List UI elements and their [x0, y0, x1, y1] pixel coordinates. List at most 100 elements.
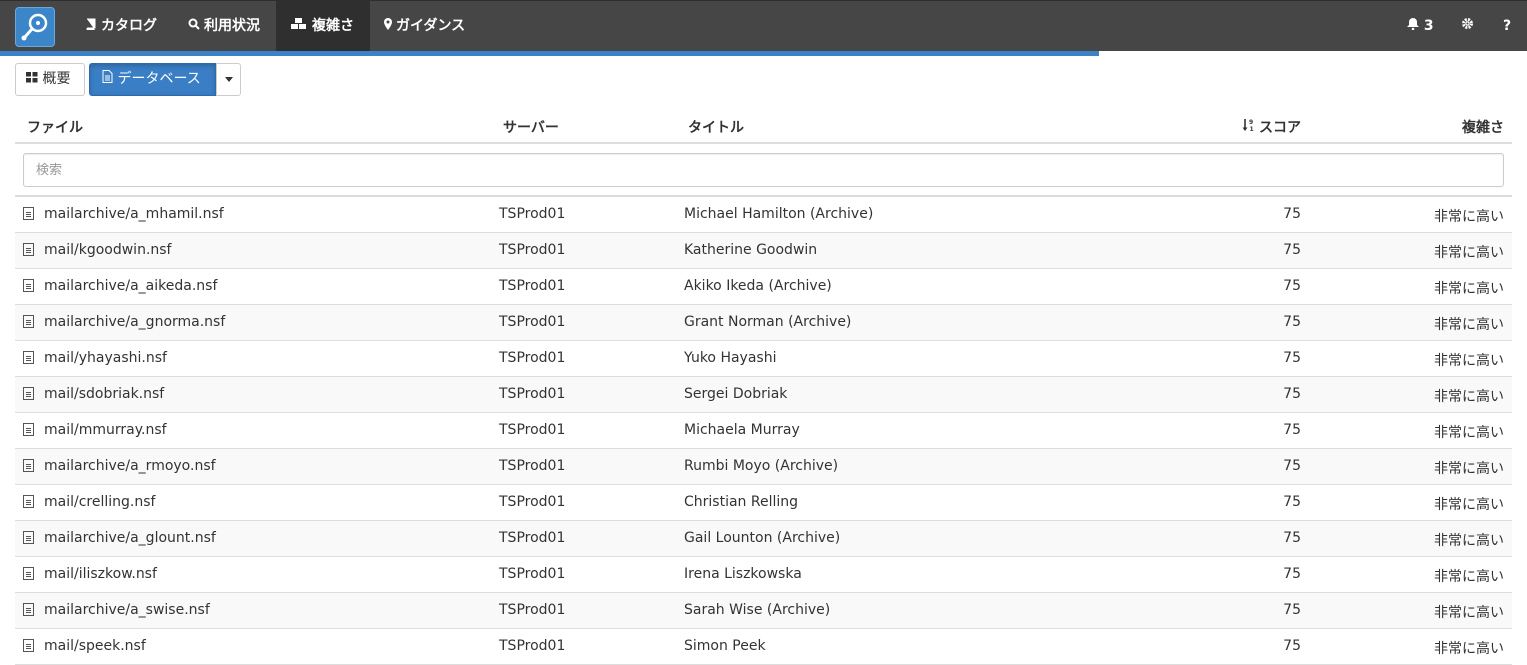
table-row[interactable]: mail/yhayashi.nsf TSProd01 Yuko Hayashi 75 非… — [15, 341, 1512, 377]
table-row[interactable]: mail/iliszkow.nsf TSProd01 Irena Liszkowsk… — [15, 557, 1512, 593]
file-name[interactable]: mailarchive/a_glount.nsf — [44, 530, 216, 546]
file-icon — [23, 459, 34, 472]
file-cell[interactable]: mail/sdobriak.nsf — [23, 386, 164, 402]
help-button[interactable]: ? — [1503, 1, 1511, 52]
server-cell: TSProd01 — [499, 350, 566, 366]
svg-text:9: 9 — [1249, 119, 1253, 126]
file-cell[interactable]: mailarchive/a_rmoyo.nsf — [23, 458, 216, 474]
table-row[interactable]: mailarchive/a_aikeda.nsf TSProd01 Akiko Ik… — [15, 269, 1512, 305]
score-cell: 75 — [1283, 530, 1301, 546]
table-row[interactable]: mail/mmurray.nsf TSProd01 Michaela Murray 7… — [15, 413, 1512, 449]
nav-complexity[interactable]: 複雑さ — [276, 1, 370, 52]
column-header-score-label: スコア — [1259, 120, 1301, 136]
file-icon — [23, 207, 34, 220]
file-name[interactable]: mailarchive/a_gnorma.nsf — [44, 314, 225, 330]
table-row[interactable]: mailarchive/a_gnorma.nsf TSProd01 Grant No… — [15, 305, 1512, 341]
score-cell: 75 — [1283, 314, 1301, 330]
search-icon — [188, 1, 200, 51]
column-header-complexity[interactable]: 複雑さ — [1462, 117, 1504, 137]
settings-button[interactable] — [1461, 1, 1474, 52]
file-icon — [23, 387, 34, 400]
file-name[interactable]: mail/mmurray.nsf — [44, 422, 167, 438]
table-row[interactable]: mailarchive/a_rmoyo.nsf TSProd01 Rumbi Moy… — [15, 449, 1512, 485]
app-logo[interactable] — [15, 7, 55, 47]
column-header-server[interactable]: サーバー — [503, 117, 559, 137]
file-icon — [23, 351, 34, 364]
title-cell: Akiko Ikeda (Archive) — [684, 278, 832, 294]
complexity-cell: 非常に高い — [1434, 317, 1504, 333]
table-row[interactable]: mail/crelling.nsf TSProd01 Christian Relli… — [15, 485, 1512, 521]
nav-usage-label: 利用状況 — [204, 18, 260, 34]
nav-complexity-label: 複雑さ — [312, 18, 354, 34]
complexity-cell: 非常に高い — [1434, 209, 1504, 225]
column-header-score[interactable]: 91 スコア — [1242, 117, 1301, 137]
title-cell: Christian Relling — [684, 494, 799, 510]
file-cell[interactable]: mailarchive/a_gnorma.nsf — [23, 314, 225, 330]
file-cell[interactable]: mailarchive/a_glount.nsf — [23, 530, 216, 546]
file-text-icon — [102, 70, 117, 87]
table-header: ファイル サーバー タイトル 91 スコア 複雑さ — [15, 108, 1512, 144]
file-cell[interactable]: mail/yhayashi.nsf — [23, 350, 167, 366]
complexity-cell: 非常に高い — [1434, 245, 1504, 261]
file-name[interactable]: mailarchive/a_rmoyo.nsf — [44, 458, 216, 474]
score-cell: 75 — [1283, 566, 1301, 582]
search-input[interactable] — [23, 153, 1504, 187]
score-cell: 75 — [1283, 422, 1301, 438]
file-icon — [23, 567, 34, 580]
title-cell: Grant Norman (Archive) — [684, 314, 852, 330]
score-cell: 75 — [1283, 494, 1301, 510]
database-button[interactable]: データベース — [89, 63, 216, 96]
file-cell[interactable]: mail/speek.nsf — [23, 638, 146, 654]
column-header-title[interactable]: タイトル — [688, 117, 744, 137]
table-row[interactable]: mail/kgoodwin.nsf TSProd01 Katherine Goodw… — [15, 233, 1512, 269]
file-name[interactable]: mail/sdobriak.nsf — [44, 386, 164, 402]
database-label: データベース — [117, 71, 201, 87]
file-cell[interactable]: mailarchive/a_aikeda.nsf — [23, 278, 217, 294]
table-row[interactable]: mail/sdobriak.nsf TSProd01 Sergei Dobriak 7… — [15, 377, 1512, 413]
server-cell: TSProd01 — [499, 638, 566, 654]
file-cell[interactable]: mail/kgoodwin.nsf — [23, 242, 171, 258]
column-header-file[interactable]: ファイル — [27, 117, 83, 137]
title-cell: Simon Peek — [684, 638, 766, 654]
file-name[interactable]: mail/speek.nsf — [44, 638, 146, 654]
file-name[interactable]: mailarchive/a_mhamil.nsf — [44, 206, 224, 222]
file-cell[interactable]: mail/crelling.nsf — [23, 494, 155, 510]
nav-catalog[interactable]: カタログ — [85, 1, 163, 52]
file-name[interactable]: mailarchive/a_aikeda.nsf — [44, 278, 217, 294]
table-row[interactable]: mailarchive/a_glount.nsf TSProd01 Gail Lou… — [15, 521, 1512, 557]
database-dropdown-toggle[interactable] — [216, 63, 241, 96]
server-cell: TSProd01 — [499, 386, 566, 402]
file-icon — [23, 315, 34, 328]
file-cell[interactable]: mail/mmurray.nsf — [23, 422, 167, 438]
notifications-button[interactable]: 3 — [1407, 1, 1434, 52]
nav-guidance[interactable]: ガイダンス — [384, 1, 474, 52]
file-name[interactable]: mail/kgoodwin.nsf — [44, 242, 171, 258]
top-navbar: カタログ 利用状況 複雑さ ガイダンス 3 ? — [0, 0, 1527, 52]
server-cell: TSProd01 — [499, 494, 566, 510]
file-name[interactable]: mail/crelling.nsf — [44, 494, 155, 510]
file-cell[interactable]: mailarchive/a_mhamil.nsf — [23, 206, 224, 222]
file-name[interactable]: mail/iliszkow.nsf — [44, 566, 157, 582]
nav-usage[interactable]: 利用状況 — [188, 1, 268, 52]
table-row[interactable]: mail/speek.nsf TSProd01 Simon Peek 75 非常に高い — [15, 629, 1512, 665]
nav-guidance-label: ガイダンス — [396, 18, 466, 34]
complexity-cell: 非常に高い — [1434, 569, 1504, 585]
file-cell[interactable]: mailarchive/a_swise.nsf — [23, 602, 210, 618]
map-marker-icon — [384, 1, 392, 51]
notifications-count: 3 — [1423, 18, 1434, 34]
file-icon — [23, 531, 34, 544]
server-cell: TSProd01 — [499, 566, 566, 582]
file-name[interactable]: mail/yhayashi.nsf — [44, 350, 167, 366]
complexity-cell: 非常に高い — [1434, 497, 1504, 513]
score-cell: 75 — [1283, 458, 1301, 474]
file-cell[interactable]: mail/iliszkow.nsf — [23, 566, 157, 582]
file-name[interactable]: mailarchive/a_swise.nsf — [44, 602, 210, 618]
overview-button[interactable]: 概要 — [15, 63, 85, 96]
complexity-cell: 非常に高い — [1434, 641, 1504, 657]
title-cell: Irena Liszkowska — [684, 566, 802, 582]
table-row[interactable]: mailarchive/a_mhamil.nsf TSProd01 Michael … — [15, 197, 1512, 233]
table-row[interactable]: mailarchive/a_swise.nsf TSProd01 Sarah Wis… — [15, 593, 1512, 629]
book-icon — [85, 1, 97, 51]
title-cell: Gail Lounton (Archive) — [684, 530, 841, 546]
score-cell: 75 — [1283, 602, 1301, 618]
